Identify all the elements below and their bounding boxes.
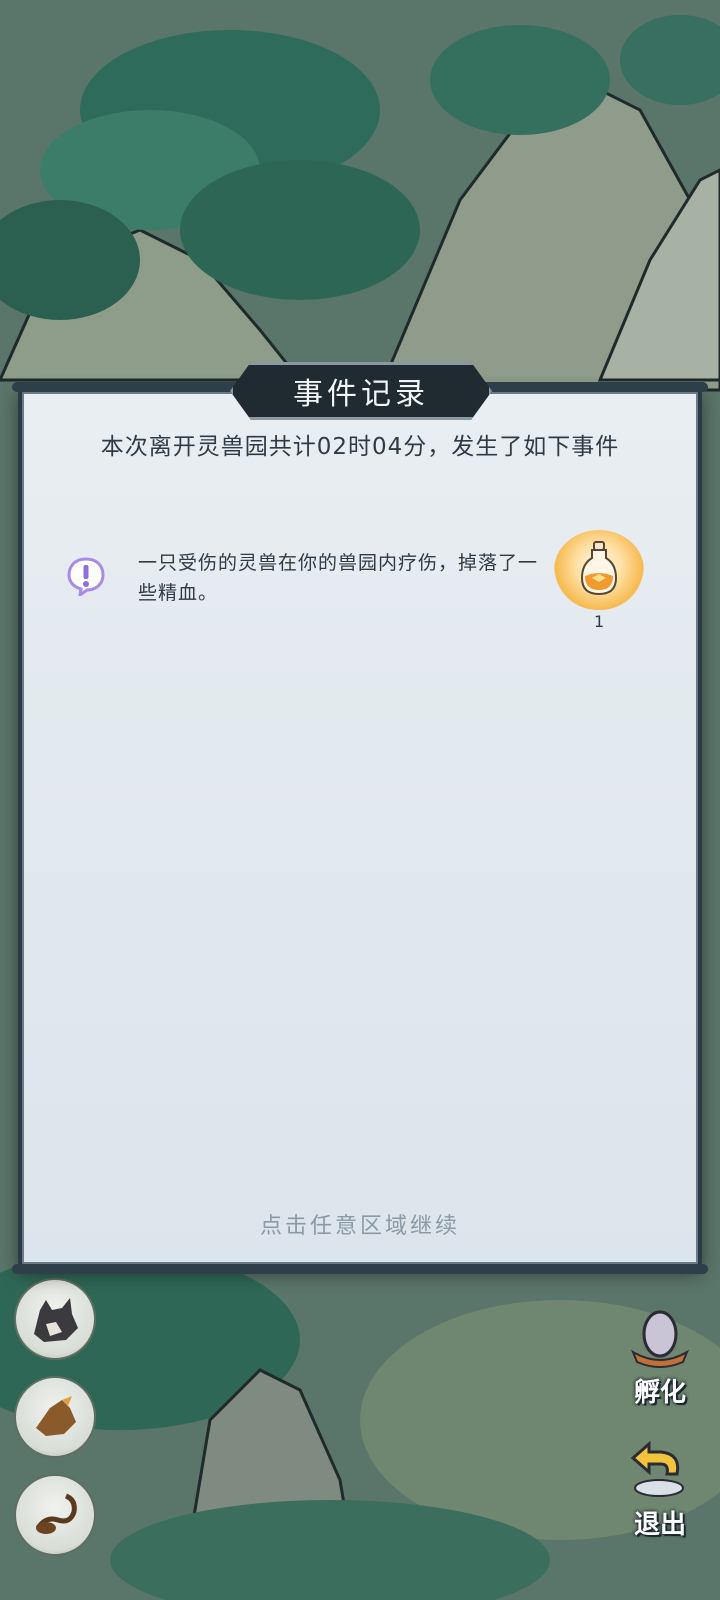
hatch-label: 孵化 — [633, 1378, 686, 1408]
reward-count: 1 — [594, 612, 605, 631]
alert-bubble-icon — [67, 557, 105, 596]
modal-title: 事件记录 — [293, 377, 429, 412]
pet-avatar-scorpion[interactable] — [14, 1474, 96, 1556]
exit-label: 退出 — [633, 1510, 686, 1540]
wolf-icon — [34, 1298, 78, 1342]
elixir-bottle-icon — [580, 541, 618, 596]
pet-avatar-wolf[interactable] — [14, 1278, 96, 1360]
modal-frame — [12, 382, 708, 1274]
away-summary: 本次离开灵兽园共计02时04分，发生了如下事件 — [100, 434, 620, 460]
return-arrow-icon — [630, 1440, 684, 1497]
reward-item[interactable] — [554, 530, 644, 610]
egg-nest-icon — [630, 1310, 690, 1368]
scorpion-icon — [35, 1493, 77, 1534]
event-text: 一只受伤的灵兽在你的兽园内疗伤，掉落了一些精血。 — [138, 552, 539, 604]
pet-avatar-bird[interactable] — [14, 1376, 96, 1458]
event-item: 一只受伤的灵兽在你的兽园内疗伤，掉落了一些精血。 1 — [66, 530, 666, 638]
modal-title-plate: 事件记录 — [230, 362, 492, 420]
bird-icon — [36, 1396, 76, 1436]
hatch-button[interactable]: 孵化 — [618, 1306, 702, 1409]
continue-hint: 点击任意区域继续 — [259, 1214, 460, 1239]
exit-button[interactable]: 退出 — [618, 1440, 702, 1541]
event-record-modal[interactable]: 事件记录 本次离开灵兽园共计02时04分，发生了如下事件 一只受伤的灵兽在你的兽… — [12, 362, 708, 1274]
